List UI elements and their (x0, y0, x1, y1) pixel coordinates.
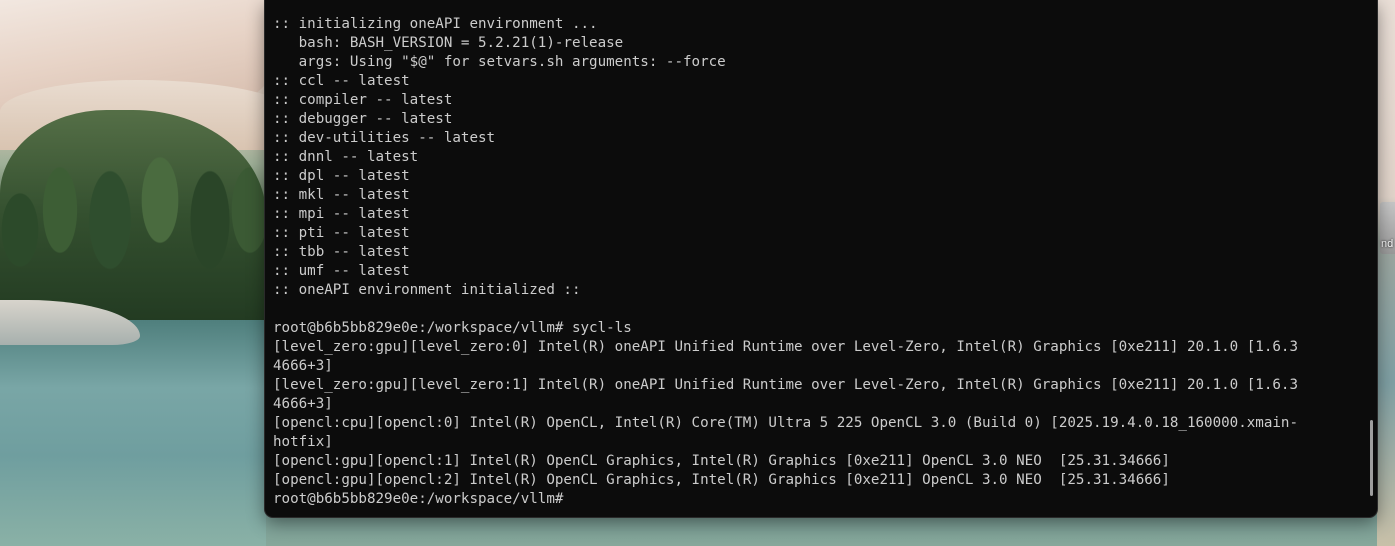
terminal-window[interactable]: :: initializing oneAPI environment ... b… (265, 0, 1377, 517)
desktop-wallpaper-right (1377, 0, 1395, 546)
terminal-line: [opencl:gpu][opencl:2] Intel(R) OpenCL G… (273, 472, 1170, 488)
terminal-line: 4666+3] (273, 358, 333, 374)
terminal-line: [level_zero:gpu][level_zero:1] Intel(R) … (273, 377, 1298, 393)
terminal-line: bash: BASH_VERSION = 5.2.21(1)-release (273, 35, 624, 51)
terminal-line: :: debugger -- latest (273, 111, 453, 127)
terminal-output: :: initializing oneAPI environment ... b… (273, 15, 1353, 509)
terminal-line: root@b6b5bb829e0e:/workspace/vllm# (273, 491, 564, 507)
terminal-line: [opencl:cpu][opencl:0] Intel(R) OpenCL, … (273, 415, 1298, 431)
wallpaper-lake (0, 320, 266, 546)
terminal-line: :: umf -- latest (273, 263, 410, 279)
terminal-line: :: dnnl -- latest (273, 149, 419, 165)
desktop-shortcut-label[interactable]: nd (1381, 238, 1393, 250)
terminal-line: [level_zero:gpu][level_zero:0] Intel(R) … (273, 339, 1298, 355)
terminal-line: :: ccl -- latest (273, 73, 410, 89)
terminal-line: :: oneAPI environment initialized :: (273, 282, 581, 298)
terminal-line: :: dev-utilities -- latest (273, 130, 496, 146)
terminal-line: [opencl:gpu][opencl:1] Intel(R) OpenCL G… (273, 453, 1170, 469)
terminal-line: :: dpl -- latest (273, 168, 410, 184)
terminal-line: :: initializing oneAPI environment ... (273, 16, 598, 32)
desktop-wallpaper-left (0, 0, 266, 546)
terminal-line: 4666+3] (273, 396, 333, 412)
terminal-line: :: mpi -- latest (273, 206, 410, 222)
terminal-line: :: tbb -- latest (273, 244, 410, 260)
wallpaper-forest (0, 110, 266, 320)
terminal-line: hotfix] (273, 434, 333, 450)
terminal-line: :: pti -- latest (273, 225, 410, 241)
terminal-scrollbar[interactable] (1370, 420, 1373, 496)
terminal-line: :: compiler -- latest (273, 92, 453, 108)
terminal-line: :: mkl -- latest (273, 187, 410, 203)
terminal-line: args: Using "$@" for setvars.sh argument… (273, 54, 726, 70)
terminal-line: root@b6b5bb829e0e:/workspace/vllm# sycl-… (273, 320, 632, 336)
